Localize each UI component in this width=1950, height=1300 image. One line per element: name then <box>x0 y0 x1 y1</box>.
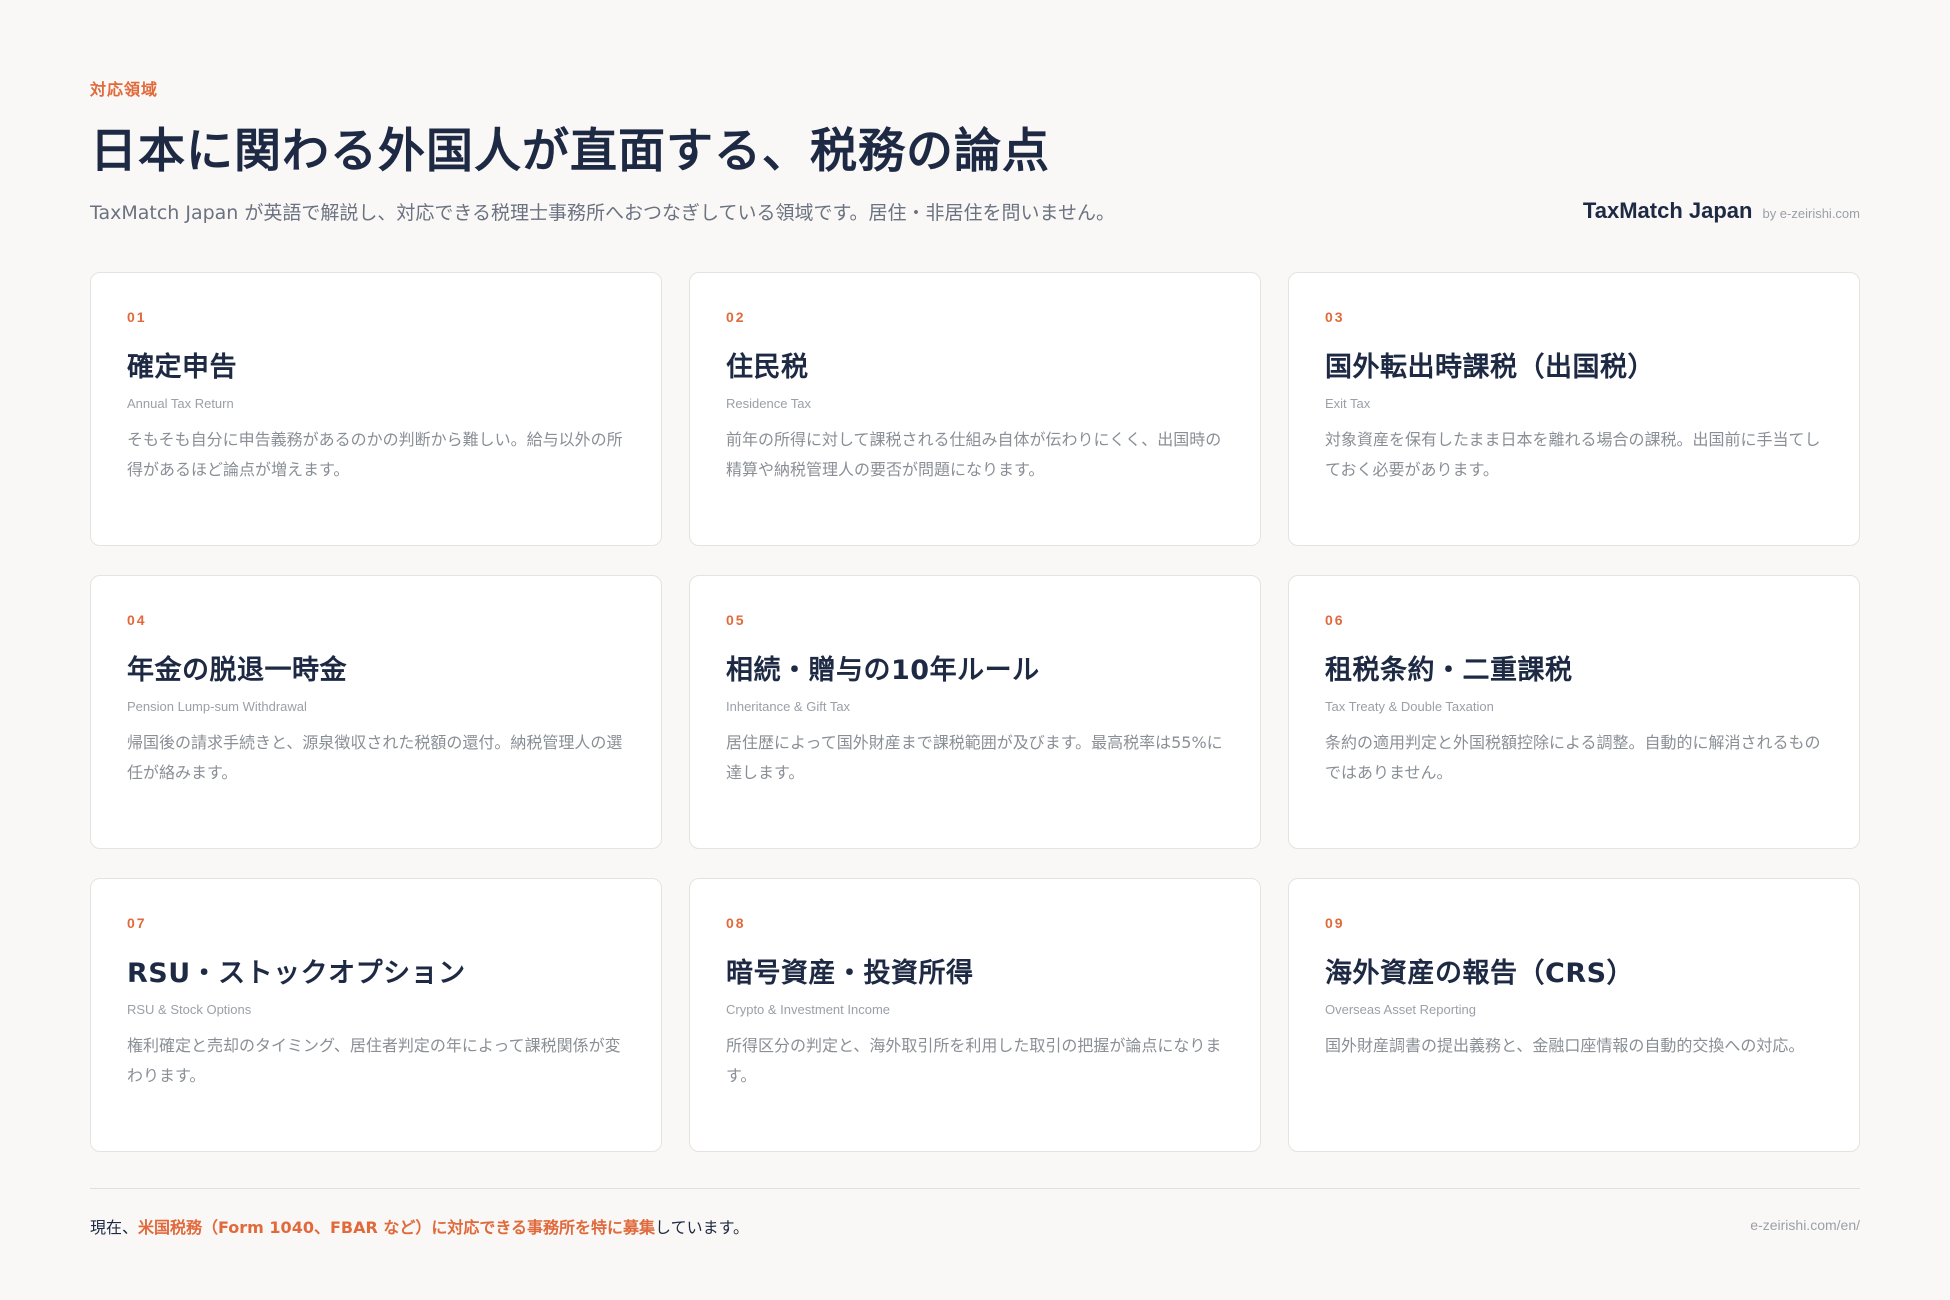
card-number: 07 <box>127 915 147 931</box>
card-description: 条約の適用判定と外国税額控除による調整。自動的に解消されるものではありません。 <box>1325 733 1821 782</box>
topic-card: 07 RSU・ストックオプション RSU & Stock Options 権利確… <box>90 878 662 1152</box>
topic-card: 06 租税条約・二重課税 Tax Treaty & Double Taxatio… <box>1288 575 1860 849</box>
topic-card: 03 国外転出時課税（出国税） Exit Tax 対象資産を保有したまま日本を離… <box>1288 272 1860 546</box>
footer-prefix: 現在、 <box>90 1218 139 1237</box>
topic-card: 05 相続・贈与の10年ルール Inheritance & Gift Tax 居… <box>689 575 1261 849</box>
footer-suffix: しています。 <box>655 1218 749 1237</box>
card-number: 09 <box>1325 915 1345 931</box>
footer-highlight: 米国税務（Form 1040、FBAR など）に対応できる事務所を特に募集 <box>138 1218 656 1237</box>
section-eyebrow: 対応領域 <box>90 80 159 99</box>
card-title: RSU・ストックオプション <box>127 958 466 989</box>
card-description: 居住歴によって国外財産まで課税範囲が及びます。最高税率は55%に達します。 <box>726 733 1223 782</box>
card-title: 国外転出時課税（出国税） <box>1325 352 1655 383</box>
card-number: 04 <box>127 612 147 628</box>
card-title: 租税条約・二重課税 <box>1325 655 1573 686</box>
card-number: 01 <box>127 309 147 325</box>
brand-logo: TaxMatch Japan by e-zeirishi.com <box>1583 198 1860 224</box>
card-title: 確定申告 <box>127 352 237 383</box>
page: 対応領域 日本に関わる外国人が直面する、税務の論点 TaxMatch Japan… <box>0 0 1950 1300</box>
card-english-title: Annual Tax Return <box>127 396 234 411</box>
card-description: 前年の所得に対して課税される仕組み自体が伝わりにくく、出国時の精算や納税管理人の… <box>726 430 1222 479</box>
topic-card: 09 海外資産の報告（CRS） Overseas Asset Reporting… <box>1288 878 1860 1152</box>
card-number: 05 <box>726 612 746 628</box>
brand-name: TaxMatch Japan <box>1582 198 1753 223</box>
card-english-title: Exit Tax <box>1325 396 1371 411</box>
card-english-title: Tax Treaty & Double Taxation <box>1325 699 1494 714</box>
card-title: 相続・贈与の10年ルール <box>726 655 1040 686</box>
footer-url: e-zeirishi.com/en/ <box>1750 1217 1860 1233</box>
topic-card: 02 住民税 Residence Tax 前年の所得に対して課税される仕組み自体… <box>689 272 1261 546</box>
card-description: 帰国後の請求手続きと、源泉徴収された税額の還付。納税管理人の選任が絡みます。 <box>127 733 623 782</box>
topic-card: 01 確定申告 Annual Tax Return そもそも自分に申告義務がある… <box>90 272 662 546</box>
card-title: 海外資産の報告（CRS） <box>1325 958 1635 989</box>
card-english-title: Crypto & Investment Income <box>726 1002 891 1017</box>
card-number: 02 <box>726 309 746 325</box>
footer-note: 現在、米国税務（Form 1040、FBAR など）に対応できる事務所を特に募集… <box>90 1214 749 1238</box>
card-number: 06 <box>1325 612 1345 628</box>
page-subtitle: TaxMatch Japan が英語で解説し、対応できる税理士事務所へおつなぎし… <box>90 202 1115 224</box>
brand-byline: by e-zeirishi.com <box>1762 206 1860 221</box>
page-title: 日本に関わる外国人が直面する、税務の論点 <box>90 124 1050 179</box>
card-title: 住民税 <box>726 352 809 383</box>
card-description: 権利確定と売却のタイミング、居住者判定の年によって課税関係が変わります。 <box>127 1036 621 1085</box>
card-english-title: Residence Tax <box>726 396 812 411</box>
card-description: 所得区分の判定と、海外取引所を利用した取引の把握が論点になります。 <box>726 1036 1222 1085</box>
card-english-title: Pension Lump-sum Withdrawal <box>127 699 307 714</box>
card-description: 国外財産調書の提出義務と、金融口座情報の自動的交換への対応。 <box>1325 1036 1805 1055</box>
card-english-title: Inheritance & Gift Tax <box>726 699 851 714</box>
card-english-title: RSU & Stock Options <box>127 1002 252 1017</box>
card-title: 年金の脱退一時金 <box>127 655 347 686</box>
topic-card: 04 年金の脱退一時金 Pension Lump-sum Withdrawal … <box>90 575 662 849</box>
card-description: 対象資産を保有したまま日本を離れる場合の課税。出国前に手当てしておく必要がありま… <box>1325 430 1821 479</box>
card-title: 暗号資産・投資所得 <box>726 958 974 989</box>
card-description: そもそも自分に申告義務があるのかの判断から難しい。給与以外の所得があるほど論点が… <box>127 430 623 479</box>
footer-divider <box>90 1188 1860 1189</box>
card-number: 03 <box>1325 309 1345 325</box>
card-number: 08 <box>726 915 746 931</box>
topic-card: 08 暗号資産・投資所得 Crypto & Investment Income … <box>689 878 1261 1152</box>
card-english-title: Overseas Asset Reporting <box>1325 1002 1477 1017</box>
topic-card-grid: 01 確定申告 Annual Tax Return そもそも自分に申告義務がある… <box>90 272 1860 1152</box>
